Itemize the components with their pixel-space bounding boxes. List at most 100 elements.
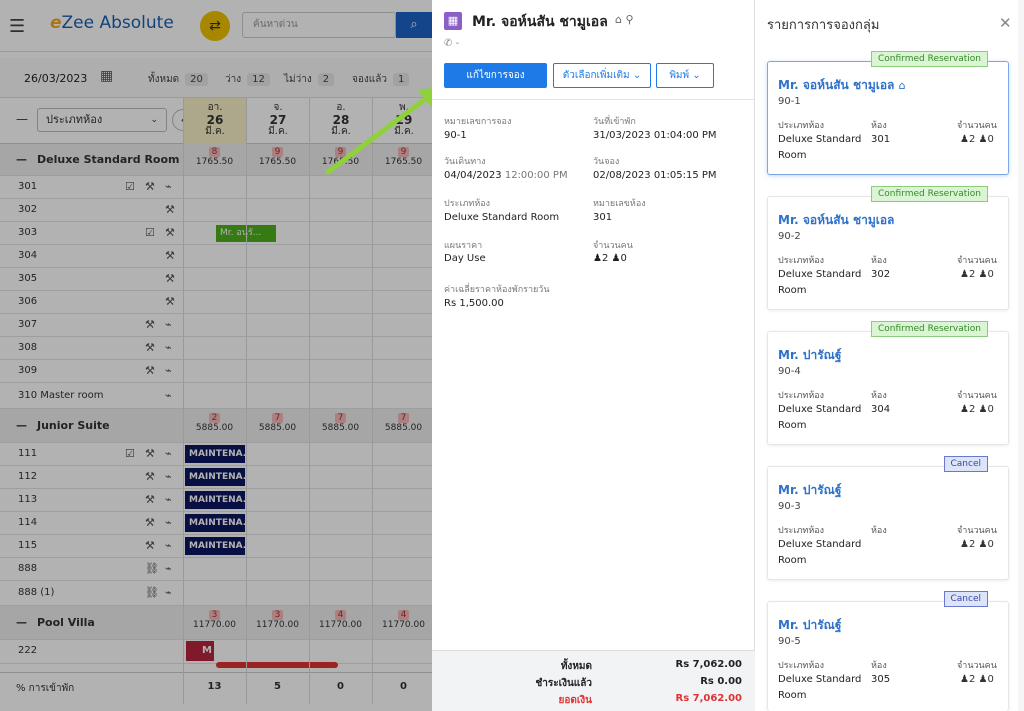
- card-pax: ♟2 ♟0: [960, 404, 994, 415]
- totals-box: ทั้งหมด Rs 7,062.00 ชำระเงินแล้ว Rs 0.00…: [432, 650, 755, 711]
- status-badge: Confirmed Reservation: [871, 186, 988, 202]
- card-pax-label: จำนวนคน: [957, 256, 997, 266]
- card-pax-label: จำนวนคน: [957, 121, 997, 131]
- scrollbar[interactable]: [1018, 0, 1024, 711]
- card-pax-label: จำนวนคน: [957, 391, 997, 401]
- card-guest-name[interactable]: Mr. ปารัณฐ์: [778, 616, 841, 635]
- departure-value: 04/04/2023 12:00:00 PM: [444, 170, 568, 181]
- vip-icon: ⌂: [898, 79, 906, 92]
- print-button[interactable]: พิมพ์ ⌄: [656, 63, 714, 88]
- status-badge: Confirmed Reservation: [871, 51, 988, 67]
- room-calendar: ☰ eZee Absolute ⇄ ค้นหาด่วน ⌕ 26/03/2023…: [0, 0, 432, 711]
- card-pax-label: จำนวนคน: [957, 661, 997, 671]
- annotation-arrow-icon: [325, 87, 432, 175]
- card-pax-label: จำนวนคน: [957, 526, 997, 536]
- card-roomtype-label: ประเภทห้อง: [778, 256, 825, 266]
- balance-label: ยอดเงิน: [558, 695, 593, 706]
- edit-reservation-button[interactable]: แก้ไขการจอง: [444, 63, 547, 88]
- card-guest-name[interactable]: Mr. จอห์นสัน ชามูเอล: [778, 211, 894, 230]
- card-guest-name[interactable]: Mr. จอห์นสัน ชามูเอล: [778, 78, 894, 92]
- group-card[interactable]: Confirmed Reservation Mr. ปารัณฐ์ 90-4 ป…: [767, 321, 1009, 445]
- card-guest-name[interactable]: Mr. ปารัณฐ์: [778, 481, 841, 500]
- card-room-label: ห้อง: [871, 661, 887, 671]
- adult-icon: ♟: [960, 269, 969, 280]
- balance-value: Rs 7,062.00: [675, 693, 742, 704]
- status-badge: Confirmed Reservation: [871, 321, 988, 337]
- app-root: ☰ eZee Absolute ⇄ ค้นหาด่วน ⌕ 26/03/2023…: [0, 0, 1024, 711]
- card-roomtype-label: ประเภทห้อง: [778, 391, 825, 401]
- card-roomtype-label: ประเภทห้อง: [778, 526, 825, 536]
- res-no-label: หมายเลขการจอง: [444, 117, 512, 127]
- status-badge: Cancel: [943, 591, 988, 607]
- checkin-value: 31/03/2023 01:04:00 PM: [593, 130, 717, 141]
- group-card[interactable]: Cancel Mr. ปารัณฐ์ 90-3 ประเภทห้อง ห้อง …: [767, 456, 1009, 580]
- card-roomtype-label: ประเภทห้อง: [778, 661, 825, 671]
- group-reservation-panel: รายการการจองกลุ่ม ✕ Confirmed Reservatio…: [755, 0, 1024, 711]
- avg-rate-label: ค่าเฉลี่ยราคาห้องพักรายวัน: [444, 285, 550, 295]
- card-roomtype-label: ประเภทห้อง: [778, 121, 825, 131]
- card-room: 302: [871, 269, 891, 280]
- card-pax: ♟2 ♟0: [960, 269, 994, 280]
- card-roomtype: Deluxe Standard Room: [778, 404, 862, 431]
- card-roomtype: Deluxe Standard Room: [778, 134, 862, 161]
- child-icon: ♟: [978, 674, 988, 685]
- panel-title: รายการการจองกลุ่ม: [767, 18, 880, 33]
- card-guest-name[interactable]: Mr. ปารัณฐ์: [778, 346, 841, 365]
- card-room-label: ห้อง: [871, 391, 887, 401]
- phone-value: -: [455, 38, 460, 49]
- adult-icon: ♟: [960, 539, 969, 550]
- avg-rate-value: Rs 1,500.00: [444, 298, 504, 309]
- card-room-label: ห้อง: [871, 526, 887, 536]
- pax-value: ♟2 ♟0: [593, 253, 627, 264]
- card-pax: ♟2 ♟0: [960, 674, 994, 685]
- card-res-no: 90-4: [778, 366, 801, 377]
- roomno-label: หมายเลขห้อง: [593, 199, 646, 209]
- plan-label: แผนราคา: [444, 241, 483, 251]
- res-no: 90-1: [444, 130, 467, 141]
- reservation-detail-panel: ▦ Mr. จอห์นสัน ชามูเอล ⌂ ⚲ ✆ - แก้ไขการจ…: [432, 0, 755, 711]
- group-card[interactable]: Cancel Mr. ปารัณฐ์ 90-5 ประเภทห้อง ห้อง …: [767, 591, 1009, 711]
- chevron-down-icon: ⌄: [692, 70, 701, 81]
- status-badge: Cancel: [943, 456, 988, 472]
- close-icon[interactable]: ✕: [999, 14, 1012, 32]
- reservation-header: ▦ Mr. จอห์นสัน ชามูเอล ⌂ ⚲ ✆ - แก้ไขการจ…: [432, 0, 755, 100]
- phone-icon: ✆: [444, 38, 453, 49]
- departure-label: วันเดินทาง: [444, 157, 486, 167]
- plan-value: Day Use: [444, 253, 486, 264]
- roomtype-label: ประเภทห้อง: [444, 199, 491, 209]
- total-value: Rs 7,062.00: [675, 659, 742, 670]
- card-roomtype: Deluxe Standard Room: [778, 539, 862, 566]
- group-card[interactable]: Confirmed Reservation Mr. จอห์นสัน ชามูเ…: [767, 186, 1009, 310]
- roomno-value: 301: [593, 212, 613, 223]
- booked-value: 02/08/2023 01:05:15 PM: [593, 170, 717, 181]
- card-res-no: 90-3: [778, 501, 801, 512]
- card-room: 304: [871, 404, 891, 415]
- child-icon: ♟: [978, 404, 988, 415]
- more-options-button[interactable]: ตัวเลือกเพิ่มเติม ⌄: [553, 63, 651, 88]
- card-roomtype: Deluxe Standard Room: [778, 269, 862, 296]
- card-pax: ♟2 ♟0: [960, 539, 994, 550]
- chevron-down-icon: ⌄: [632, 70, 642, 81]
- child-icon: ♟: [978, 539, 988, 550]
- adult-icon: ♟: [960, 674, 969, 685]
- child-icon: ♟: [978, 134, 988, 145]
- card-room: 305: [871, 674, 891, 685]
- card-room-label: ห้อง: [871, 121, 887, 131]
- card-res-no: 90-1: [778, 96, 801, 107]
- adult-icon: ♟: [960, 404, 969, 415]
- adult-icon: ♟: [593, 253, 602, 264]
- card-roomtype: Deluxe Standard Room: [778, 674, 862, 701]
- paid-value: Rs 0.00: [700, 676, 742, 687]
- pax-label: จำนวนคน: [593, 241, 633, 251]
- child-icon: ♟: [611, 253, 621, 264]
- adult-icon: ♟: [960, 134, 969, 145]
- group-card[interactable]: Confirmed Reservation Mr. จอห์นสัน ชามูเ…: [767, 51, 1009, 175]
- card-room-label: ห้อง: [871, 256, 887, 266]
- card-res-no: 90-2: [778, 231, 801, 242]
- total-label: ทั้งหมด: [560, 661, 592, 672]
- building-icon: ▦: [444, 12, 462, 30]
- booked-label: วันจอง: [593, 157, 620, 167]
- child-icon: ♟: [978, 269, 988, 280]
- card-pax: ♟2 ♟0: [960, 134, 994, 145]
- vip-icon: ⌂: [615, 13, 622, 26]
